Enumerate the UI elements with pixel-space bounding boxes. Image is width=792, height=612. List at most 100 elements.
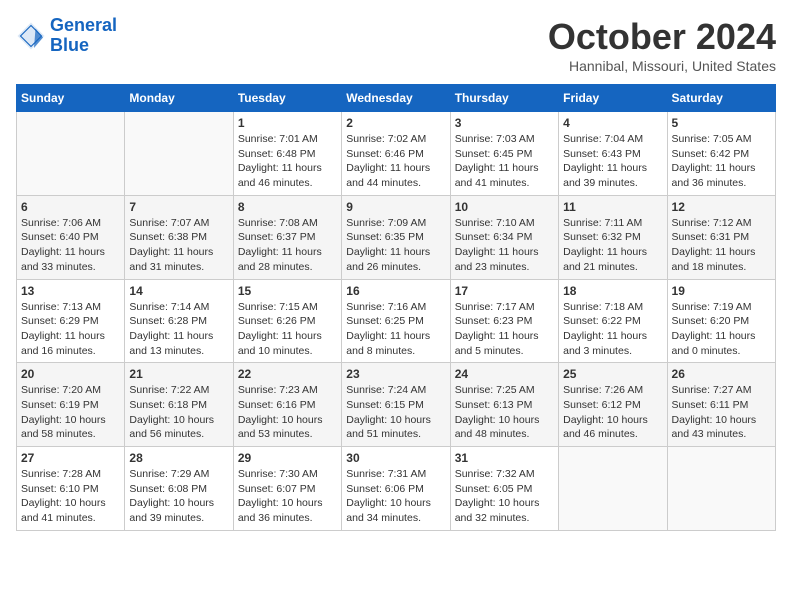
logo-line1: General (50, 15, 117, 35)
day-info: Sunrise: 7:08 AM Sunset: 6:37 PM Dayligh… (238, 216, 337, 275)
day-info: Sunrise: 7:14 AM Sunset: 6:28 PM Dayligh… (129, 300, 228, 359)
calendar-cell: 15 Sunrise: 7:15 AM Sunset: 6:26 PM Dayli… (233, 279, 341, 363)
day-info: Sunrise: 7:31 AM Sunset: 6:06 PM Dayligh… (346, 467, 445, 526)
calendar-body: 1Sunrise: 7:01 AM Sunset: 6:48 PM Daylig… (17, 112, 776, 531)
calendar-cell: 21 Sunrise: 7:22 AM Sunset: 6:18 PM Dayli… (125, 363, 233, 447)
calendar-cell: 26 Sunrise: 7:27 AM Sunset: 6:11 PM Dayli… (667, 363, 775, 447)
weekday-header: Thursday (450, 85, 558, 112)
location: Hannibal, Missouri, United States (548, 58, 776, 74)
weekday-row: SundayMondayTuesdayWednesdayThursdayFrid… (17, 85, 776, 112)
calendar-cell: 5 Sunrise: 7:05 AM Sunset: 6:42 PM Daylig… (667, 112, 775, 196)
month-title: October 2024 (548, 16, 776, 58)
day-number: 17 (455, 284, 554, 298)
day-number: 12 (672, 200, 771, 214)
day-info: Sunrise: 7:15 AM Sunset: 6:26 PM Dayligh… (238, 300, 337, 359)
calendar-cell: 14 Sunrise: 7:14 AM Sunset: 6:28 PM Dayli… (125, 279, 233, 363)
day-number: 10 (455, 200, 554, 214)
calendar-cell: 28Sunrise: 7:29 AM Sunset: 6:08 PM Dayli… (125, 447, 233, 531)
day-number: 26 (672, 367, 771, 381)
calendar-cell: 7 Sunrise: 7:07 AM Sunset: 6:38 PM Daylig… (125, 195, 233, 279)
calendar-cell: 10 Sunrise: 7:10 AM Sunset: 6:34 PM Dayli… (450, 195, 558, 279)
weekday-header: Wednesday (342, 85, 450, 112)
calendar-week-row: 6Sunrise: 7:06 AM Sunset: 6:40 PM Daylig… (17, 195, 776, 279)
calendar-cell: 27Sunrise: 7:28 AM Sunset: 6:10 PM Dayli… (17, 447, 125, 531)
weekday-header: Saturday (667, 85, 775, 112)
calendar-cell: 12 Sunrise: 7:12 AM Sunset: 6:31 PM Dayli… (667, 195, 775, 279)
calendar-cell: 18 Sunrise: 7:18 AM Sunset: 6:22 PM Dayli… (559, 279, 667, 363)
calendar-cell: 16 Sunrise: 7:16 AM Sunset: 6:25 PM Dayli… (342, 279, 450, 363)
calendar-table: SundayMondayTuesdayWednesdayThursdayFrid… (16, 84, 776, 531)
calendar-cell (667, 447, 775, 531)
title-block: October 2024 Hannibal, Missouri, United … (548, 16, 776, 74)
calendar-cell: 17 Sunrise: 7:17 AM Sunset: 6:23 PM Dayli… (450, 279, 558, 363)
day-number: 7 (129, 200, 228, 214)
day-number: 31 (455, 451, 554, 465)
day-number: 5 (672, 116, 771, 130)
day-info: Sunrise: 7:23 AM Sunset: 6:16 PM Dayligh… (238, 383, 337, 442)
logo-line2: Blue (50, 35, 89, 55)
calendar-cell: 25Sunrise: 7:26 AM Sunset: 6:12 PM Dayli… (559, 363, 667, 447)
calendar-cell: 30Sunrise: 7:31 AM Sunset: 6:06 PM Dayli… (342, 447, 450, 531)
day-info: Sunrise: 7:16 AM Sunset: 6:25 PM Dayligh… (346, 300, 445, 359)
weekday-header: Friday (559, 85, 667, 112)
day-info: Sunrise: 7:25 AM Sunset: 6:13 PM Dayligh… (455, 383, 554, 442)
day-number: 14 (129, 284, 228, 298)
day-number: 2 (346, 116, 445, 130)
day-number: 27 (21, 451, 120, 465)
weekday-header: Sunday (17, 85, 125, 112)
day-info: Sunrise: 7:07 AM Sunset: 6:38 PM Dayligh… (129, 216, 228, 275)
calendar-cell: 9 Sunrise: 7:09 AM Sunset: 6:35 PM Daylig… (342, 195, 450, 279)
day-number: 28 (129, 451, 228, 465)
calendar-cell: 23Sunrise: 7:24 AM Sunset: 6:15 PM Dayli… (342, 363, 450, 447)
day-info: Sunrise: 7:13 AM Sunset: 6:29 PM Dayligh… (21, 300, 120, 359)
day-info: Sunrise: 7:09 AM Sunset: 6:35 PM Dayligh… (346, 216, 445, 275)
day-number: 3 (455, 116, 554, 130)
day-info: Sunrise: 7:03 AM Sunset: 6:45 PM Dayligh… (455, 132, 554, 191)
calendar-cell (559, 447, 667, 531)
day-number: 23 (346, 367, 445, 381)
calendar-cell: 22 Sunrise: 7:23 AM Sunset: 6:16 PM Dayli… (233, 363, 341, 447)
day-number: 15 (238, 284, 337, 298)
day-info: Sunrise: 7:12 AM Sunset: 6:31 PM Dayligh… (672, 216, 771, 275)
day-number: 6 (21, 200, 120, 214)
calendar-cell: 6Sunrise: 7:06 AM Sunset: 6:40 PM Daylig… (17, 195, 125, 279)
calendar-cell: 11 Sunrise: 7:11 AM Sunset: 6:32 PM Dayli… (559, 195, 667, 279)
day-info: Sunrise: 7:17 AM Sunset: 6:23 PM Dayligh… (455, 300, 554, 359)
day-info: Sunrise: 7:10 AM Sunset: 6:34 PM Dayligh… (455, 216, 554, 275)
calendar-cell: 20Sunrise: 7:20 AM Sunset: 6:19 PM Dayli… (17, 363, 125, 447)
calendar-cell: 13 Sunrise: 7:13 AM Sunset: 6:29 PM Dayli… (17, 279, 125, 363)
calendar-week-row: 13 Sunrise: 7:13 AM Sunset: 6:29 PM Dayli… (17, 279, 776, 363)
calendar-cell: 2Sunrise: 7:02 AM Sunset: 6:46 PM Daylig… (342, 112, 450, 196)
day-info: Sunrise: 7:32 AM Sunset: 6:05 PM Dayligh… (455, 467, 554, 526)
day-number: 8 (238, 200, 337, 214)
day-info: Sunrise: 7:04 AM Sunset: 6:43 PM Dayligh… (563, 132, 662, 191)
day-number: 9 (346, 200, 445, 214)
day-info: Sunrise: 7:27 AM Sunset: 6:11 PM Dayligh… (672, 383, 771, 442)
calendar-week-row: 27Sunrise: 7:28 AM Sunset: 6:10 PM Dayli… (17, 447, 776, 531)
day-info: Sunrise: 7:20 AM Sunset: 6:19 PM Dayligh… (21, 383, 120, 442)
calendar-week-row: 1Sunrise: 7:01 AM Sunset: 6:48 PM Daylig… (17, 112, 776, 196)
weekday-header: Tuesday (233, 85, 341, 112)
day-number: 18 (563, 284, 662, 298)
day-info: Sunrise: 7:18 AM Sunset: 6:22 PM Dayligh… (563, 300, 662, 359)
day-number: 25 (563, 367, 662, 381)
day-number: 21 (129, 367, 228, 381)
day-number: 19 (672, 284, 771, 298)
calendar-cell (17, 112, 125, 196)
day-number: 1 (238, 116, 337, 130)
day-number: 29 (238, 451, 337, 465)
page-header: General Blue October 2024 Hannibal, Miss… (16, 16, 776, 74)
day-info: Sunrise: 7:11 AM Sunset: 6:32 PM Dayligh… (563, 216, 662, 275)
calendar-header: SundayMondayTuesdayWednesdayThursdayFrid… (17, 85, 776, 112)
day-info: Sunrise: 7:05 AM Sunset: 6:42 PM Dayligh… (672, 132, 771, 191)
day-number: 11 (563, 200, 662, 214)
calendar-cell: 31 Sunrise: 7:32 AM Sunset: 6:05 PM Dayli… (450, 447, 558, 531)
day-number: 22 (238, 367, 337, 381)
calendar-cell: 8 Sunrise: 7:08 AM Sunset: 6:37 PM Daylig… (233, 195, 341, 279)
day-number: 16 (346, 284, 445, 298)
day-info: Sunrise: 7:22 AM Sunset: 6:18 PM Dayligh… (129, 383, 228, 442)
logo-icon (16, 21, 46, 51)
day-number: 13 (21, 284, 120, 298)
calendar-cell: 1Sunrise: 7:01 AM Sunset: 6:48 PM Daylig… (233, 112, 341, 196)
logo-text: General Blue (50, 16, 117, 56)
